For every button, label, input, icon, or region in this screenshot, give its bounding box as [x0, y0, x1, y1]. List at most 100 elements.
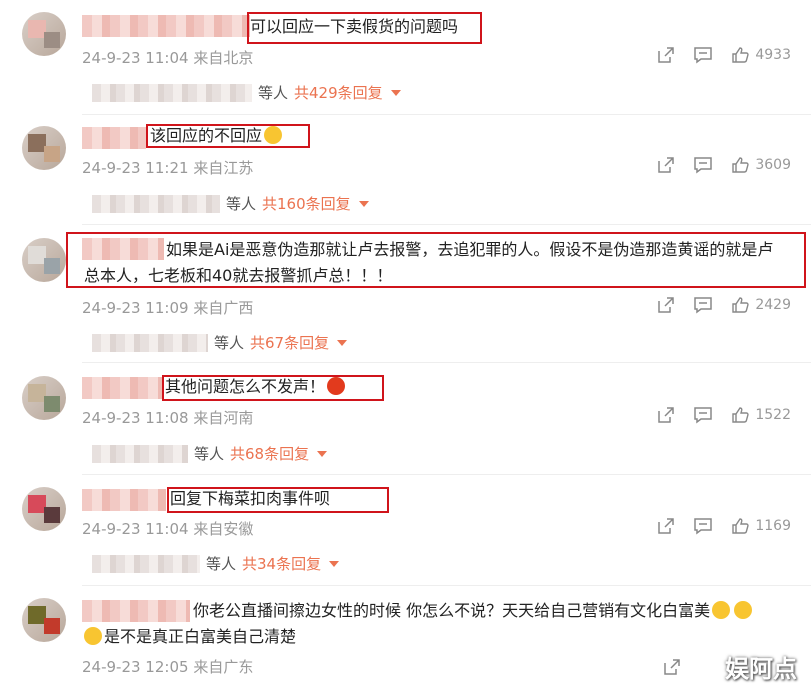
- share-icon: [658, 47, 675, 63]
- smile-emoji-icon: [712, 601, 731, 619]
- comment-text: 其他问题怎么不发声！: [165, 374, 347, 400]
- share-icon: [664, 659, 680, 675]
- share-button[interactable]: [657, 406, 675, 424]
- comment-time: 24-9-23 12:05: [82, 658, 189, 676]
- like-count: 2429: [755, 297, 791, 313]
- reply-summary[interactable]: 等人 共429条回复: [92, 82, 401, 103]
- like-count: 4933: [755, 47, 791, 63]
- comment-text: 你老公直播间擦边女性的时候 你怎么不说？天天给自己营销有文化白富美: [193, 598, 754, 624]
- divider: [82, 362, 811, 363]
- like-button[interactable]: 2429: [731, 296, 791, 314]
- divider: [82, 474, 811, 475]
- reply-button[interactable]: [693, 406, 713, 424]
- comment-icon: [694, 157, 713, 174]
- reply-count[interactable]: 共68条回复: [230, 443, 309, 464]
- comment-location: 来自河南: [193, 409, 254, 427]
- comment-actions: 1169: [657, 517, 791, 535]
- share-icon: [658, 518, 675, 534]
- reply-summary[interactable]: 等人 共160条回复: [92, 193, 369, 214]
- comment-time: 24-9-23 11:09: [82, 299, 189, 317]
- username-blurred[interactable]: [82, 600, 190, 622]
- reply-summary[interactable]: 等人 共67条回复: [92, 332, 348, 353]
- reply-names-blurred: [92, 333, 208, 352]
- chevron-down-icon: [329, 560, 340, 567]
- avatar[interactable]: [22, 126, 66, 170]
- like-button[interactable]: 4933: [731, 46, 791, 64]
- comment-text: 回复下梅菜扣肉事件呗: [170, 489, 331, 508]
- username-blurred[interactable]: [82, 127, 146, 149]
- reply-button[interactable]: [693, 517, 713, 535]
- share-button[interactable]: [657, 156, 675, 174]
- comment-actions: [663, 658, 681, 676]
- share-button[interactable]: [657, 46, 675, 64]
- reply-button[interactable]: [693, 296, 713, 314]
- avatar[interactable]: [22, 487, 66, 531]
- comment-meta: 24-9-23 11:04 来自安徽: [82, 518, 253, 539]
- comment-icon: [694, 518, 713, 535]
- comment-location: 来自广东: [193, 658, 254, 676]
- reply-names-blurred: [92, 444, 188, 463]
- reply-button[interactable]: [693, 46, 713, 64]
- chevron-down-icon: [337, 339, 348, 346]
- reply-names-blurred: [92, 554, 200, 573]
- comment-meta: 24-9-23 12:05 来自广东: [82, 656, 253, 677]
- share-button[interactable]: [657, 517, 675, 535]
- like-button[interactable]: 1169: [731, 517, 791, 535]
- like-button[interactable]: 1522: [731, 406, 791, 424]
- comment-location: 来自江苏: [193, 159, 254, 177]
- comment-icon: [694, 47, 713, 64]
- comment-meta: 24-9-23 11:08 来自河南: [82, 407, 253, 428]
- smile-emoji-icon: [734, 601, 753, 619]
- face-emoji-icon: [264, 126, 283, 144]
- reply-names-blurred: [92, 194, 220, 213]
- reply-summary[interactable]: 等人 共68条回复: [92, 443, 328, 464]
- comment-text-line2: 是不是真正白富美自己清楚: [82, 624, 296, 650]
- avatar[interactable]: [22, 598, 66, 642]
- comment-text: 该回应的不回应: [150, 123, 284, 149]
- comment-actions: 3609: [657, 156, 791, 174]
- reply-names-blurred: [92, 83, 252, 102]
- comment-time: 24-9-23 11:08: [82, 409, 189, 427]
- reply-count[interactable]: 共34条回复: [242, 553, 321, 574]
- comment-location: 来自广西: [193, 299, 254, 317]
- comment-meta: 24-9-23 11:04 来自北京: [82, 47, 253, 68]
- share-icon: [658, 407, 675, 423]
- comment-location: 来自北京: [193, 49, 254, 67]
- thumbs-up-icon: [732, 297, 750, 313]
- like-count: 3609: [755, 157, 791, 173]
- comment-time: 24-9-23 11:04: [82, 49, 189, 67]
- comment-meta: 24-9-23 11:09 来自广西: [82, 297, 253, 318]
- share-icon: [658, 157, 675, 173]
- reply-summary[interactable]: 等人 共34条回复: [92, 553, 340, 574]
- chevron-down-icon: [358, 200, 369, 207]
- avatar[interactable]: [22, 12, 66, 56]
- username-blurred[interactable]: [82, 15, 250, 37]
- username-blurred[interactable]: [82, 489, 166, 511]
- reply-count[interactable]: 共67条回复: [250, 332, 329, 353]
- chevron-down-icon: [317, 450, 328, 457]
- username-blurred[interactable]: [82, 377, 162, 399]
- watermark: 娱阿点: [725, 655, 797, 683]
- comment-icon: [694, 407, 713, 424]
- comment-text: 如果是Ai是恶意伪造那就让卢去报警，去追犯罪的人。假设不是伪造那造黄谣的就是卢总…: [84, 240, 774, 285]
- reply-button[interactable]: [693, 156, 713, 174]
- comment-location: 来自安徽: [193, 520, 254, 538]
- like-button[interactable]: 3609: [731, 156, 791, 174]
- share-button[interactable]: [657, 296, 675, 314]
- thumbs-up-icon: [732, 518, 750, 534]
- reply-count[interactable]: 共160条回复: [262, 193, 351, 214]
- comment-time: 24-9-23 11:04: [82, 520, 189, 538]
- avatar[interactable]: [22, 238, 66, 282]
- thumbs-up-icon: [732, 407, 750, 423]
- like-count: 1522: [755, 407, 791, 423]
- divider: [82, 585, 811, 586]
- comment-text: 可以回应一下卖假货的问题吗: [250, 17, 459, 36]
- divider: [82, 114, 811, 115]
- avatar[interactable]: [22, 376, 66, 420]
- comment-actions: 4933: [657, 46, 791, 64]
- share-button[interactable]: [663, 658, 681, 676]
- divider: [82, 224, 811, 225]
- reply-count[interactable]: 共429条回复: [294, 82, 383, 103]
- comment-meta: 24-9-23 11:21 来自江苏: [82, 157, 253, 178]
- thumbs-up-icon: [732, 47, 750, 63]
